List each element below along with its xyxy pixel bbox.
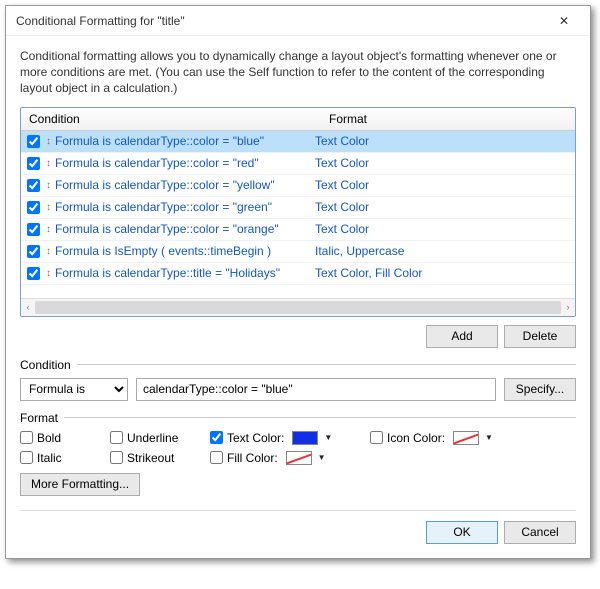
ok-button[interactable]: OK [426, 521, 498, 544]
drag-handle-icon[interactable]: ↕ [46, 268, 51, 279]
underline-checkbox[interactable]: Underline [110, 431, 210, 445]
col-format[interactable]: Format [321, 108, 575, 130]
condition-legend-label: Condition [20, 358, 71, 372]
drag-handle-icon[interactable]: ↕ [46, 246, 51, 257]
condition-legend: Condition [20, 358, 576, 372]
format-section: Format Bold Underline Text Color: ▼ [20, 411, 576, 496]
row-condition[interactable]: Formula is IsEmpty ( events::timeBegin ) [55, 244, 315, 258]
row-enable-checkbox[interactable] [27, 245, 40, 258]
text-color-check-input[interactable] [210, 431, 223, 444]
row-format[interactable]: Text Color [315, 178, 571, 192]
close-icon: ✕ [559, 14, 569, 28]
table-row[interactable]: ↕ Formula is calendarType::color = "yello… [21, 175, 575, 197]
scroll-left-icon[interactable]: ‹ [21, 299, 35, 316]
table-row[interactable]: ↕ Formula is calendarType::color = "blue"… [21, 131, 575, 153]
drag-handle-icon[interactable]: ↕ [46, 136, 51, 147]
row-enable-checkbox[interactable] [27, 201, 40, 214]
divider [77, 364, 576, 365]
text-color-checkbox[interactable]: Text Color: ▼ [210, 431, 370, 445]
fill-color-checkbox[interactable]: Fill Color: ▼ [210, 451, 370, 465]
row-condition[interactable]: Formula is calendarType::color = "blue" [55, 134, 315, 148]
bold-check-input[interactable] [20, 431, 33, 444]
icon-color-checkbox[interactable]: Icon Color: ▼ [370, 431, 530, 445]
table-row[interactable]: ↕ Formula is calendarType::color = "green… [21, 197, 575, 219]
fill-color-label: Fill Color: [227, 451, 278, 465]
titlebar: Conditional Formatting for "title" ✕ [6, 6, 590, 36]
dialog-window: Conditional Formatting for "title" ✕ Con… [5, 5, 591, 559]
more-formatting-button[interactable]: More Formatting... [20, 473, 140, 496]
specify-button[interactable]: Specify... [504, 378, 576, 401]
divider [64, 417, 576, 418]
drag-handle-icon[interactable]: ↕ [46, 158, 51, 169]
table-row[interactable]: ↕ Formula is calendarType::title = "Holid… [21, 263, 575, 285]
row-format[interactable]: Text Color, Fill Color [315, 266, 571, 280]
horizontal-scrollbar[interactable]: ‹ › [21, 298, 575, 316]
fill-color-check-input[interactable] [210, 451, 223, 464]
delete-button[interactable]: Delete [504, 325, 576, 348]
dialog-content: Conditional formatting allows you to dyn… [6, 36, 590, 558]
dialog-footer: OK Cancel [20, 510, 576, 544]
col-condition[interactable]: Condition [21, 108, 321, 130]
row-condition[interactable]: Formula is calendarType::title = "Holida… [55, 266, 315, 280]
add-button[interactable]: Add [426, 325, 498, 348]
format-legend-label: Format [20, 411, 58, 425]
row-condition[interactable]: Formula is calendarType::color = "green" [55, 200, 315, 214]
condition-editor-row: Formula is Specify... [20, 378, 576, 401]
row-enable-checkbox[interactable] [27, 157, 40, 170]
bold-checkbox[interactable]: Bold [20, 431, 110, 445]
strikeout-checkbox[interactable]: Strikeout [110, 451, 210, 465]
icon-color-check-input[interactable] [370, 431, 383, 444]
table-row[interactable]: ↕ Formula is IsEmpty ( events::timeBegin … [21, 241, 575, 263]
italic-check-input[interactable] [20, 451, 33, 464]
text-color-swatch[interactable] [292, 431, 318, 445]
condition-type-select[interactable]: Formula is [20, 378, 128, 401]
format-legend: Format [20, 411, 576, 425]
list-buttons: Add Delete [20, 325, 576, 348]
table-row[interactable]: ↕ Formula is calendarType::color = "orang… [21, 219, 575, 241]
window-title: Conditional Formatting for "title" [16, 14, 185, 28]
list-rows: ↕ Formula is calendarType::color = "blue"… [21, 131, 575, 298]
underline-check-input[interactable] [110, 431, 123, 444]
row-enable-checkbox[interactable] [27, 223, 40, 236]
fill-color-swatch[interactable] [286, 451, 312, 465]
row-enable-checkbox[interactable] [27, 135, 40, 148]
row-condition[interactable]: Formula is calendarType::color = "yellow… [55, 178, 315, 192]
scroll-right-icon[interactable]: › [561, 299, 575, 316]
cancel-button[interactable]: Cancel [504, 521, 576, 544]
bold-label: Bold [37, 431, 61, 445]
chevron-down-icon: ▼ [485, 433, 493, 442]
conditions-list[interactable]: Condition Format ↕ Formula is calendarTyp… [20, 107, 576, 317]
italic-label: Italic [37, 451, 62, 465]
row-condition[interactable]: Formula is calendarType::color = "red" [55, 156, 315, 170]
icon-color-swatch[interactable] [453, 431, 479, 445]
chevron-down-icon: ▼ [324, 433, 332, 442]
row-format[interactable]: Text Color [315, 134, 571, 148]
drag-handle-icon[interactable]: ↕ [46, 180, 51, 191]
row-format[interactable]: Text Color [315, 222, 571, 236]
strikeout-label: Strikeout [127, 451, 174, 465]
condition-formula-input[interactable] [136, 378, 496, 401]
chevron-down-icon: ▼ [318, 453, 326, 462]
intro-text: Conditional formatting allows you to dyn… [20, 48, 576, 97]
drag-handle-icon[interactable]: ↕ [46, 202, 51, 213]
strikeout-check-input[interactable] [110, 451, 123, 464]
scroll-thumb[interactable] [35, 301, 561, 314]
condition-section: Condition Formula is Specify... [20, 358, 576, 401]
format-grid: Bold Underline Text Color: ▼ Icon Color:… [20, 431, 576, 465]
table-row[interactable]: ↕ Formula is calendarType::color = "red"T… [21, 153, 575, 175]
drag-handle-icon[interactable]: ↕ [46, 224, 51, 235]
italic-checkbox[interactable]: Italic [20, 451, 110, 465]
icon-color-label: Icon Color: [387, 431, 445, 445]
row-format[interactable]: Text Color [315, 156, 571, 170]
row-format[interactable]: Text Color [315, 200, 571, 214]
close-button[interactable]: ✕ [544, 8, 584, 34]
underline-label: Underline [127, 431, 178, 445]
row-enable-checkbox[interactable] [27, 267, 40, 280]
text-color-label: Text Color: [227, 431, 284, 445]
row-format[interactable]: Italic, Uppercase [315, 244, 571, 258]
list-header: Condition Format [21, 108, 575, 131]
row-enable-checkbox[interactable] [27, 179, 40, 192]
row-condition[interactable]: Formula is calendarType::color = "orange… [55, 222, 315, 236]
